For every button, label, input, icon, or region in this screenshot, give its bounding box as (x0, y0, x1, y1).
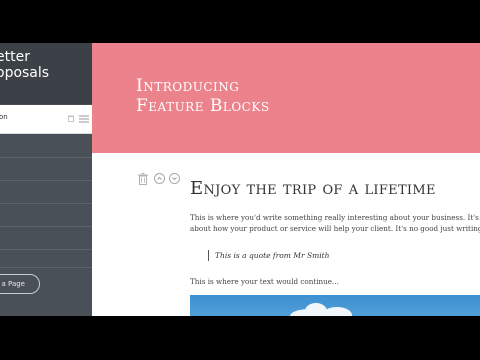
nav-divider (0, 267, 92, 268)
brand-logo: etter oposals (0, 43, 92, 104)
block-quote[interactable]: This is a quote from Mr Smith (208, 250, 329, 261)
add-page-button[interactable]: a Page (0, 274, 40, 294)
block-image[interactable] (190, 295, 480, 316)
brand-line-2: oposals (0, 65, 50, 81)
nav-divider (0, 157, 92, 158)
menu-icon[interactable] (79, 115, 89, 123)
chevron-down-icon (172, 177, 177, 181)
block-heading[interactable]: Enjoy the trip of a lifetime (190, 178, 436, 199)
move-up-button[interactable] (154, 173, 165, 184)
trash-icon[interactable] (68, 115, 74, 122)
block-paragraph-line[interactable]: about how your product or service will h… (190, 223, 480, 234)
trash-icon[interactable] (138, 173, 148, 185)
nav-divider (0, 249, 92, 250)
block-paragraph-line[interactable]: This is where you'd write something real… (190, 212, 480, 223)
move-down-button[interactable] (169, 173, 180, 184)
sidebar-item-label: ion (0, 113, 8, 121)
nav-divider (0, 226, 92, 227)
page-title: Introducing Feature Blocks (136, 76, 270, 116)
brand-line-1: etter (0, 49, 30, 65)
nav-divider (0, 203, 92, 204)
page-title-line-1: Introducing (136, 76, 240, 96)
sidebar: etter oposals ion a Page (0, 43, 92, 316)
block-paragraph-continue[interactable]: This is where your text would continue..… (190, 276, 480, 287)
sidebar-item-active[interactable]: ion (0, 105, 92, 134)
editor-canvas: etter oposals ion a Page Introducing Fe (0, 43, 480, 316)
feature-header: Introducing Feature Blocks (92, 43, 480, 153)
page-title-line-2: Feature Blocks (136, 96, 270, 116)
cloud-shape (322, 307, 352, 316)
nav-divider (0, 180, 92, 181)
chevron-up-icon (157, 176, 162, 180)
